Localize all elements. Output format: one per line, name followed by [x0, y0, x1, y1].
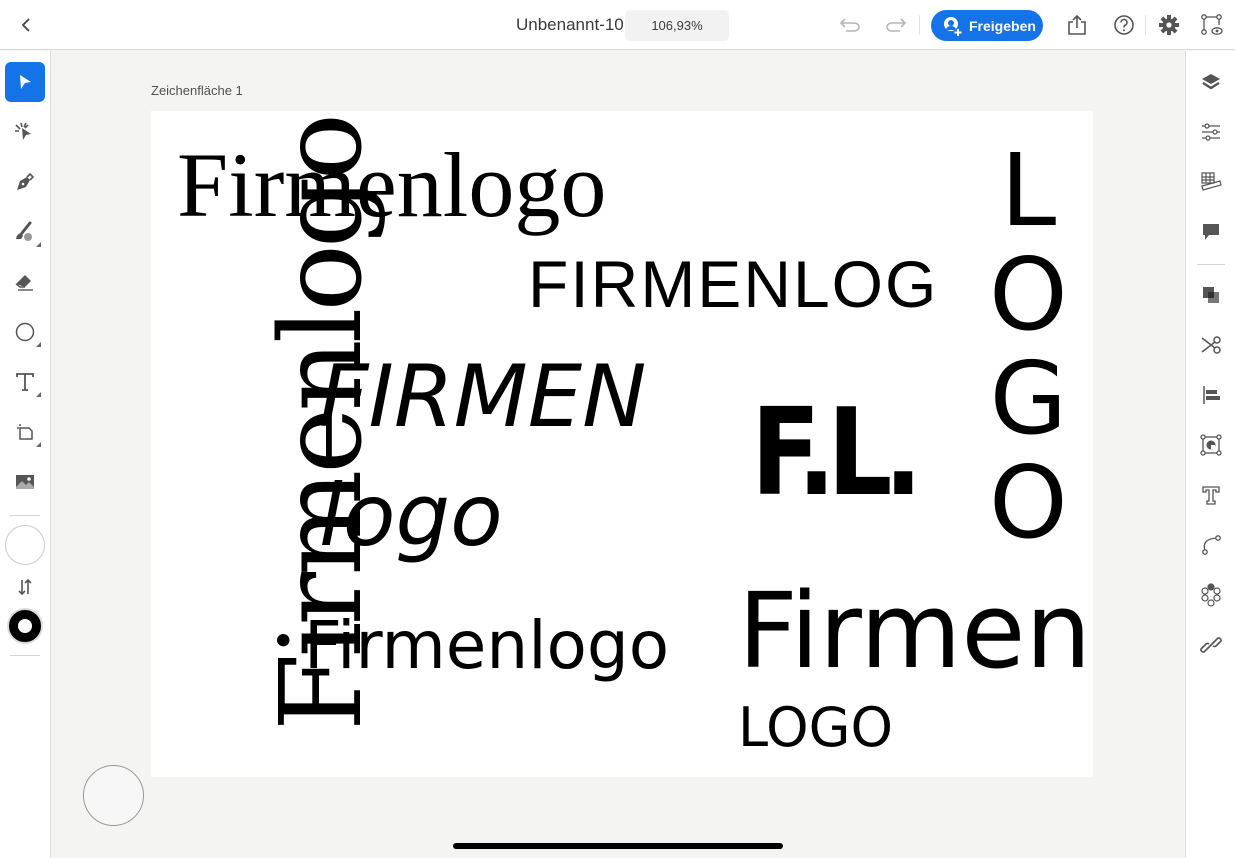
toolbar-divider [919, 15, 920, 35]
arrow-pointer-icon [20, 75, 31, 89]
vertical-letter: G [989, 340, 1068, 457]
type-button[interactable] [1199, 483, 1223, 507]
text-small-logo[interactable]: LOGO [738, 701, 893, 755]
artboard[interactable]: Firmenlogo FIRMENLOG FIRMEN logo Firmenl… [151, 111, 1093, 777]
link-icon [1200, 637, 1222, 653]
selection-tool[interactable] [5, 62, 45, 102]
toolbar-divider [10, 655, 40, 656]
export-button[interactable] [1065, 13, 1089, 37]
grid-ruler-icon [1201, 172, 1222, 191]
eraser-tool[interactable] [5, 262, 45, 302]
properties-button[interactable] [1199, 120, 1223, 144]
add-user-icon [944, 16, 962, 36]
help-icon [1114, 15, 1134, 35]
crop-place-icon [17, 424, 33, 440]
help-button[interactable] [1112, 13, 1136, 37]
prototype-preview-button[interactable] [1200, 13, 1224, 37]
back-button[interactable] [14, 12, 38, 38]
radial-repeat-icon [1201, 583, 1221, 607]
eraser-icon [15, 275, 33, 291]
fill-swatch[interactable] [5, 525, 45, 565]
text-tool[interactable] [5, 362, 45, 402]
place-tool[interactable] [5, 412, 45, 452]
text-rotated-firmenlogo[interactable]: Firmenlogo [257, 117, 387, 731]
toolbar-divider [1145, 15, 1146, 35]
links-button[interactable] [1199, 633, 1223, 657]
left-toolbar [0, 51, 51, 858]
direct-selection-tool[interactable] [5, 112, 45, 152]
share-export-icon [1068, 14, 1086, 35]
artboard-label[interactable]: Zeichenfläche 1 [151, 83, 243, 98]
circle-icon [15, 322, 35, 342]
stroke-swatch-hole [18, 619, 32, 633]
stroke-swatch[interactable] [7, 608, 43, 644]
undo-button[interactable] [838, 13, 862, 37]
toolbar-divider [1197, 264, 1225, 265]
image-icon [16, 475, 34, 489]
home-indicator[interactable] [453, 843, 783, 849]
vertical-letter: L [1000, 132, 1057, 249]
document-title[interactable]: Unbenannt-10 [516, 15, 624, 35]
submenu-indicator [36, 442, 41, 447]
submenu-indicator [36, 242, 41, 247]
vertical-letter: O [989, 236, 1068, 353]
layers-button[interactable] [1199, 70, 1223, 94]
top-bar: Unbenannt-10 106,93% Freigeben [0, 0, 1235, 50]
transform-button[interactable] [1199, 433, 1223, 457]
submenu-indicator [36, 342, 41, 347]
sliders-icon [1202, 123, 1220, 141]
gear-icon [1159, 15, 1179, 35]
text-initials[interactable]: F.L. [751, 394, 923, 514]
undo-icon [839, 18, 860, 32]
swap-colors-button[interactable] [5, 575, 45, 599]
submenu-indicator [36, 392, 41, 397]
pathfinder-button[interactable] [1199, 333, 1223, 357]
pen-nib-icon [17, 172, 35, 190]
toolbar-divider [10, 515, 40, 516]
zoom-level[interactable]: 106,93% [625, 10, 729, 41]
type-outline-icon [1202, 486, 1220, 505]
redo-icon [886, 18, 907, 32]
comment-icon [1203, 224, 1219, 240]
arrange-button[interactable] [1199, 283, 1223, 307]
chevron-left-icon [21, 18, 30, 32]
bezier-path-icon [1202, 535, 1221, 555]
text-vertical-logo[interactable]: L O G O [989, 139, 1068, 555]
brush-size-control[interactable] [83, 765, 144, 826]
scissors-icon [1201, 336, 1221, 354]
arrange-icon [1203, 287, 1219, 303]
text-large-firmen[interactable]: Firmen [738, 579, 1091, 683]
text-t-icon [16, 373, 34, 391]
redo-button[interactable] [884, 13, 908, 37]
share-button[interactable]: Freigeben [931, 10, 1043, 41]
share-label: Freigeben [969, 17, 1036, 34]
text-serif-firmenlogo[interactable]: Firmenlogo [177, 139, 606, 231]
prototype-preview-icon [1201, 14, 1223, 35]
shape-tool[interactable] [5, 312, 45, 352]
direct-select-icon [15, 122, 31, 140]
transform-icon [1200, 434, 1222, 456]
layers-icon [1202, 74, 1220, 90]
align-left-icon [1203, 386, 1220, 404]
grid-button[interactable] [1199, 170, 1223, 194]
settings-button[interactable] [1157, 13, 1181, 37]
right-toolbar [1185, 51, 1235, 858]
comments-button[interactable] [1199, 220, 1223, 244]
path-button[interactable] [1199, 533, 1223, 557]
text-caps-firmenlog[interactable]: FIRMENLOG [528, 251, 938, 317]
image-tool[interactable] [5, 462, 45, 502]
pen-tool[interactable] [5, 162, 45, 202]
brush-tool[interactable] [5, 212, 45, 252]
repeat-button[interactable] [1199, 583, 1223, 607]
swap-arrows-icon [18, 578, 32, 596]
brush-icon [16, 221, 32, 241]
vertical-letter: O [989, 444, 1068, 561]
align-button[interactable] [1199, 383, 1223, 407]
